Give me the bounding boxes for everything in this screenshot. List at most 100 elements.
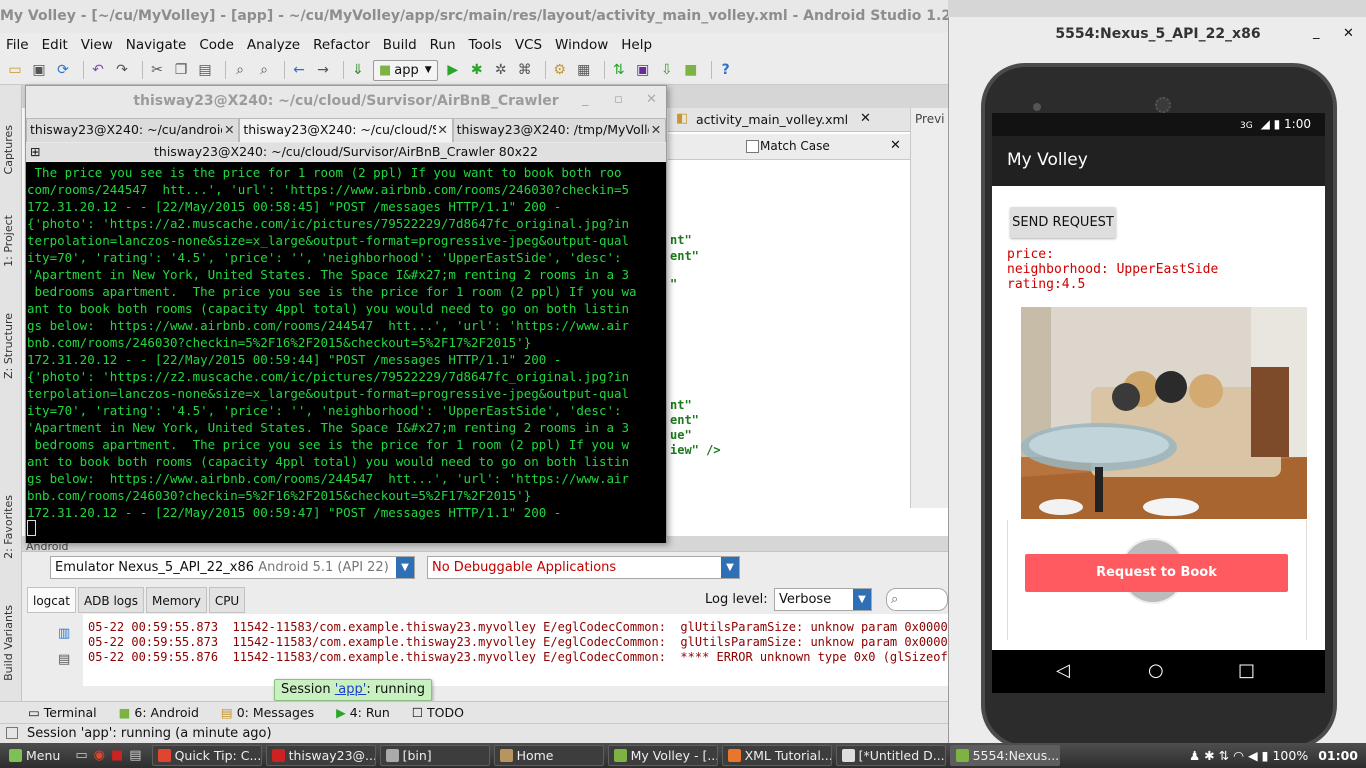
menu-view[interactable]: View — [81, 37, 113, 53]
preview-label[interactable]: Previ — [915, 112, 945, 126]
battery-icon[interactable]: ▮ — [1262, 748, 1269, 763]
taskbar-item[interactable]: 5554:Nexus... — [949, 745, 1060, 766]
match-case-checkbox[interactable] — [746, 140, 759, 153]
grid-icon[interactable]: ⊞ — [30, 143, 40, 161]
close-icon[interactable]: ✕ — [648, 119, 663, 141]
menu-edit[interactable]: Edit — [42, 37, 68, 53]
tab-cpu[interactable]: CPU — [208, 587, 246, 613]
show-desktop-icon[interactable]: ▭ — [75, 748, 87, 763]
maximize-icon[interactable]: ▫ — [614, 92, 623, 107]
todo-tool-button[interactable]: ☐ TODO — [412, 705, 464, 720]
replace-icon[interactable]: ⌕ — [255, 61, 273, 79]
debug-icon[interactable]: ✱ — [468, 61, 486, 79]
menu-navigate[interactable]: Navigate — [126, 37, 187, 53]
terminal-tab[interactable]: thisway23@X240: ~/cu/cloud/S ✕ — [239, 118, 453, 142]
coverage-icon[interactable]: ✲ — [492, 61, 510, 79]
terminal-output[interactable]: The price you see is the price for 1 roo… — [26, 162, 666, 543]
taskbar-item[interactable]: My Volley - [... — [607, 745, 718, 766]
logcat-search-input[interactable]: ⌕ — [886, 588, 948, 611]
home-icon[interactable]: ○ — [1148, 660, 1164, 681]
gradle-sync-icon[interactable]: ⇅ — [610, 61, 628, 79]
terminal-tool-button[interactable]: ▭ Terminal — [28, 705, 97, 720]
sync-icon[interactable]: ⟳ — [54, 61, 72, 79]
avd-manager-icon[interactable]: ▣ — [634, 61, 652, 79]
request-to-book-button[interactable]: Request to Book — [1025, 554, 1288, 592]
device-select[interactable]: Emulator Nexus_5_API_22_x86 Android 5.1 … — [50, 556, 415, 579]
start-menu-button[interactable]: Menu — [4, 745, 65, 766]
taskbar-item[interactable]: thisway23@... — [265, 745, 376, 766]
close-icon[interactable]: ✕ — [222, 119, 237, 141]
save-icon[interactable]: ▣ — [30, 61, 48, 79]
menu-refactor[interactable]: Refactor — [313, 37, 370, 53]
session-app-link[interactable]: 'app' — [335, 682, 367, 697]
wifi-icon[interactable]: ◠ — [1233, 748, 1248, 763]
send-request-button[interactable]: SEND REQUEST — [1010, 207, 1116, 238]
debuggable-app-select[interactable]: No Debuggable Applications ▼ — [427, 556, 740, 579]
sdk-manager-icon[interactable]: ▦ — [575, 61, 593, 79]
tab-memory[interactable]: Memory — [146, 587, 207, 613]
taskbar-item[interactable]: [*Untitled D... — [835, 745, 946, 766]
bluetooth-icon[interactable]: ✱ — [1204, 748, 1218, 763]
user-icon[interactable]: ♟ — [1189, 748, 1204, 763]
close-icon[interactable]: ✕ — [435, 119, 450, 141]
help-icon[interactable]: ? — [717, 61, 735, 79]
menu-file[interactable]: File — [6, 37, 29, 53]
close-icon[interactable]: ✕ — [860, 111, 871, 126]
paste-icon[interactable]: ▤ — [196, 61, 214, 79]
minimize-icon[interactable]: _ — [1313, 25, 1320, 40]
terminal-launcher-icon[interactable]: ■ — [111, 748, 123, 763]
minimize-icon[interactable]: _ — [582, 92, 589, 107]
files-launcher-icon[interactable]: ▤ — [129, 748, 141, 763]
menu-run[interactable]: Run — [430, 37, 456, 53]
close-icon[interactable]: ✕ — [1343, 26, 1354, 41]
logcat-output[interactable]: 05-22 00:59:55.873 11542-11583/com.examp… — [53, 614, 948, 686]
forward-icon[interactable]: → — [314, 61, 332, 79]
copy-icon[interactable]: ❐ — [172, 61, 190, 79]
phone-screen[interactable]: 3G ◢ ▮ 1:00 My Volley SEND REQUEST price… — [992, 113, 1325, 693]
menu-window[interactable]: Window — [555, 37, 608, 53]
tab-adb-logs[interactable]: ADB logs — [77, 587, 144, 613]
terminal-tab[interactable]: thisway23@X240: ~/cu/android ✕ — [26, 118, 240, 142]
tab-structure[interactable]: Z: Structure — [2, 313, 15, 379]
run-tool-button[interactable]: ▶ 4: Run — [336, 705, 390, 720]
taskbar-item[interactable]: XML Tutorial... — [721, 745, 832, 766]
tab-activity-main-volley[interactable]: activity_main_volley.xml — [696, 112, 848, 127]
run-config-select[interactable]: ■ app ▼ — [373, 59, 438, 81]
sdk-download-icon[interactable]: ⇩ — [658, 61, 676, 79]
network-icon[interactable]: ⇅ — [1219, 748, 1233, 763]
project-structure-icon[interactable]: ⚙ — [551, 61, 569, 79]
android-tool-button[interactable]: ■ 6: Android — [119, 705, 199, 720]
menu-build[interactable]: Build — [383, 37, 417, 53]
chrome-launcher-icon[interactable]: ◉ — [94, 748, 105, 763]
tab-build-variants[interactable]: Build Variants — [2, 605, 15, 681]
taskbar-item[interactable]: [bin] — [379, 745, 490, 766]
android-monitor-icon[interactable]: ■ — [682, 61, 700, 79]
open-folder-icon[interactable]: ▭ — [6, 61, 24, 79]
menu-analyze[interactable]: Analyze — [247, 37, 300, 53]
messages-tool-button[interactable]: ▤ 0: Messages — [221, 705, 314, 720]
tab-project[interactable]: 1: Project — [2, 215, 15, 267]
taskbar-item[interactable]: Home — [493, 745, 604, 766]
back-icon[interactable]: ← — [290, 61, 308, 79]
trash-icon[interactable]: ▥ — [58, 626, 70, 641]
log-level-select[interactable]: Verbose ▼ — [774, 588, 872, 611]
run-icon[interactable]: ▶ — [444, 61, 462, 79]
attach-debugger-icon[interactable]: ⌘ — [516, 61, 534, 79]
tab-favorites[interactable]: 2: Favorites — [2, 495, 15, 559]
find-icon[interactable]: ⌕ — [231, 61, 249, 79]
restart-icon[interactable]: ▤ — [58, 652, 70, 667]
menu-code[interactable]: Code — [199, 37, 234, 53]
back-icon[interactable]: ◁ — [1056, 660, 1070, 681]
recents-icon[interactable]: □ — [1238, 660, 1255, 681]
terminal-tab[interactable]: thisway23@X240: /tmp/MyVolle ✕ — [452, 118, 666, 142]
volume-icon[interactable]: ◀ — [1248, 748, 1262, 763]
tab-captures[interactable]: Captures — [2, 125, 15, 174]
menu-tools[interactable]: Tools — [469, 37, 502, 53]
redo-icon[interactable]: ↷ — [113, 61, 131, 79]
menu-help[interactable]: Help — [621, 37, 652, 53]
tab-logcat[interactable]: logcat — [27, 587, 76, 613]
menu-vcs[interactable]: VCS — [515, 37, 542, 53]
close-icon[interactable]: ✕ — [646, 92, 657, 107]
status-icon[interactable] — [6, 727, 18, 739]
cut-icon[interactable]: ✂ — [148, 61, 166, 79]
